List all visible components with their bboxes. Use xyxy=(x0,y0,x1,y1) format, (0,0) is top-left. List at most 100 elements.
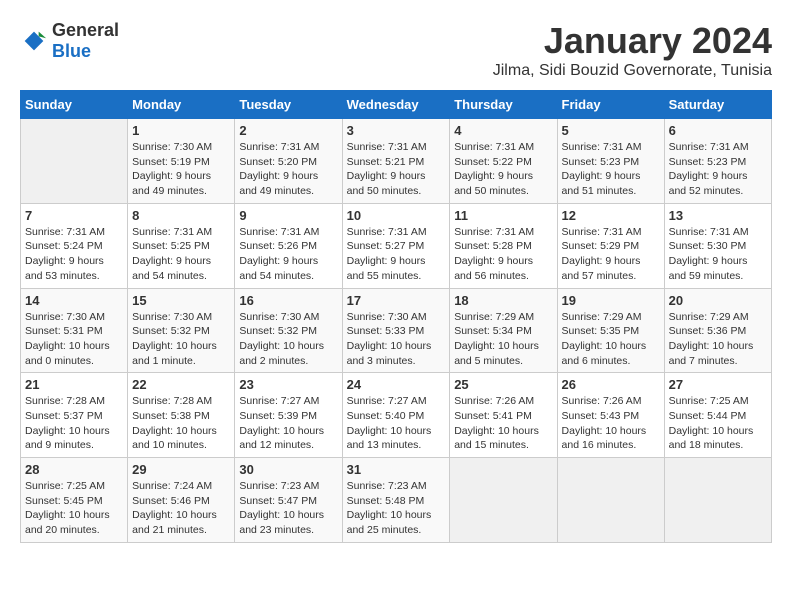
day-number: 16 xyxy=(239,293,337,308)
day-of-week-header: Tuesday xyxy=(235,91,342,119)
calendar-cell xyxy=(557,458,664,543)
calendar-cell: 24Sunrise: 7:27 AMSunset: 5:40 PMDayligh… xyxy=(342,373,450,458)
calendar-cell: 17Sunrise: 7:30 AMSunset: 5:33 PMDayligh… xyxy=(342,288,450,373)
day-number: 26 xyxy=(562,377,660,392)
day-info: Sunrise: 7:24 AMSunset: 5:46 PMDaylight:… xyxy=(132,479,230,538)
day-of-week-header: Monday xyxy=(128,91,235,119)
day-number: 19 xyxy=(562,293,660,308)
day-info: Sunrise: 7:31 AMSunset: 5:28 PMDaylight:… xyxy=(454,225,552,284)
calendar-cell: 16 Sunrise: 7:30 AMSunset: 5:32 PMDayligh… xyxy=(235,288,342,373)
calendar-cell: 28 Sunrise: 7:25 AMSunset: 5:45 PMDayligh… xyxy=(21,458,128,543)
calendar-header-row: SundayMondayTuesdayWednesdayThursdayFrid… xyxy=(21,91,772,119)
day-info: Sunrise: 7:26 AMSunset: 5:41 PMDaylight:… xyxy=(454,394,552,453)
calendar-cell: 15 Sunrise: 7:30 AMSunset: 5:32 PMDayligh… xyxy=(128,288,235,373)
calendar-cell: 19 Sunrise: 7:29 AMSunset: 5:35 PMDayligh… xyxy=(557,288,664,373)
calendar-cell: 3Sunrise: 7:31 AMSunset: 5:21 PMDaylight… xyxy=(342,119,450,204)
day-info: Sunrise: 7:31 AMSunset: 5:22 PMDaylight:… xyxy=(454,140,552,199)
day-of-week-header: Sunday xyxy=(21,91,128,119)
day-info: Sunrise: 7:30 AMSunset: 5:19 PMDaylight:… xyxy=(132,140,230,199)
day-number: 15 xyxy=(132,293,230,308)
calendar-cell xyxy=(664,458,771,543)
calendar-cell: 4 Sunrise: 7:31 AMSunset: 5:22 PMDaylight… xyxy=(450,119,557,204)
day-info: Sunrise: 7:30 AMSunset: 5:32 PMDaylight:… xyxy=(239,310,337,369)
calendar-week-row: 7Sunrise: 7:31 AMSunset: 5:24 PMDaylight… xyxy=(21,203,772,288)
calendar-week-row: 28 Sunrise: 7:25 AMSunset: 5:45 PMDayligh… xyxy=(21,458,772,543)
day-number: 6 xyxy=(669,123,767,138)
day-info: Sunrise: 7:31 AMSunset: 5:27 PMDaylight:… xyxy=(347,225,446,284)
calendar-cell: 18 Sunrise: 7:29 AMSunset: 5:34 PMDayligh… xyxy=(450,288,557,373)
day-number: 13 xyxy=(669,208,767,223)
calendar-week-row: 1 Sunrise: 7:30 AMSunset: 5:19 PMDaylight… xyxy=(21,119,772,204)
day-number: 14 xyxy=(25,293,123,308)
calendar-week-row: 21Sunrise: 7:28 AMSunset: 5:37 PMDayligh… xyxy=(21,373,772,458)
title-block: January 2024 Jilma, Sidi Bouzid Governor… xyxy=(493,20,772,80)
day-info: Sunrise: 7:27 AMSunset: 5:39 PMDaylight:… xyxy=(239,394,337,453)
day-number: 30 xyxy=(239,462,337,477)
calendar-table: SundayMondayTuesdayWednesdayThursdayFrid… xyxy=(20,90,772,543)
day-info: Sunrise: 7:30 AMSunset: 5:32 PMDaylight:… xyxy=(132,310,230,369)
day-number: 4 xyxy=(454,123,552,138)
day-info: Sunrise: 7:31 AMSunset: 5:23 PMDaylight:… xyxy=(669,140,767,199)
calendar-cell xyxy=(21,119,128,204)
day-info: Sunrise: 7:31 AMSunset: 5:24 PMDaylight:… xyxy=(25,225,123,284)
calendar-week-row: 14 Sunrise: 7:30 AMSunset: 5:31 PMDayligh… xyxy=(21,288,772,373)
calendar-cell: 21Sunrise: 7:28 AMSunset: 5:37 PMDayligh… xyxy=(21,373,128,458)
day-info: Sunrise: 7:31 AMSunset: 5:21 PMDaylight:… xyxy=(347,140,446,199)
calendar-cell xyxy=(450,458,557,543)
calendar-cell: 10 Sunrise: 7:31 AMSunset: 5:27 PMDayligh… xyxy=(342,203,450,288)
day-info: Sunrise: 7:28 AMSunset: 5:38 PMDaylight:… xyxy=(132,394,230,453)
calendar-cell: 9 Sunrise: 7:31 AMSunset: 5:26 PMDaylight… xyxy=(235,203,342,288)
calendar-cell: 6 Sunrise: 7:31 AMSunset: 5:23 PMDaylight… xyxy=(664,119,771,204)
day-of-week-header: Wednesday xyxy=(342,91,450,119)
day-number: 28 xyxy=(25,462,123,477)
logo-icon xyxy=(20,27,48,55)
calendar-cell: 20Sunrise: 7:29 AMSunset: 5:36 PMDayligh… xyxy=(664,288,771,373)
calendar-cell: 26 Sunrise: 7:26 AMSunset: 5:43 PMDayligh… xyxy=(557,373,664,458)
day-info: Sunrise: 7:29 AMSunset: 5:34 PMDaylight:… xyxy=(454,310,552,369)
day-number: 21 xyxy=(25,377,123,392)
day-info: Sunrise: 7:29 AMSunset: 5:35 PMDaylight:… xyxy=(562,310,660,369)
calendar-cell: 11 Sunrise: 7:31 AMSunset: 5:28 PMDayligh… xyxy=(450,203,557,288)
day-info: Sunrise: 7:30 AMSunset: 5:33 PMDaylight:… xyxy=(347,310,446,369)
day-number: 11 xyxy=(454,208,552,223)
calendar-cell: 29 Sunrise: 7:24 AMSunset: 5:46 PMDayligh… xyxy=(128,458,235,543)
day-info: Sunrise: 7:31 AMSunset: 5:23 PMDaylight:… xyxy=(562,140,660,199)
calendar-cell: 27 Sunrise: 7:25 AMSunset: 5:44 PMDayligh… xyxy=(664,373,771,458)
day-number: 8 xyxy=(132,208,230,223)
calendar-cell: 23Sunrise: 7:27 AMSunset: 5:39 PMDayligh… xyxy=(235,373,342,458)
day-number: 2 xyxy=(239,123,337,138)
day-info: Sunrise: 7:31 AMSunset: 5:29 PMDaylight:… xyxy=(562,225,660,284)
day-info: Sunrise: 7:23 AMSunset: 5:47 PMDaylight:… xyxy=(239,479,337,538)
day-number: 27 xyxy=(669,377,767,392)
day-info: Sunrise: 7:25 AMSunset: 5:45 PMDaylight:… xyxy=(25,479,123,538)
day-info: Sunrise: 7:31 AMSunset: 5:26 PMDaylight:… xyxy=(239,225,337,284)
day-number: 1 xyxy=(132,123,230,138)
calendar-cell: 7Sunrise: 7:31 AMSunset: 5:24 PMDaylight… xyxy=(21,203,128,288)
calendar-cell: 22 Sunrise: 7:28 AMSunset: 5:38 PMDayligh… xyxy=(128,373,235,458)
calendar-cell: 2 Sunrise: 7:31 AMSunset: 5:20 PMDaylight… xyxy=(235,119,342,204)
calendar-cell: 5Sunrise: 7:31 AMSunset: 5:23 PMDaylight… xyxy=(557,119,664,204)
calendar-subtitle: Jilma, Sidi Bouzid Governorate, Tunisia xyxy=(493,62,772,80)
day-info: Sunrise: 7:25 AMSunset: 5:44 PMDaylight:… xyxy=(669,394,767,453)
day-number: 9 xyxy=(239,208,337,223)
calendar-cell: 12 Sunrise: 7:31 AMSunset: 5:29 PMDayligh… xyxy=(557,203,664,288)
day-info: Sunrise: 7:31 AMSunset: 5:25 PMDaylight:… xyxy=(132,225,230,284)
day-info: Sunrise: 7:30 AMSunset: 5:31 PMDaylight:… xyxy=(25,310,123,369)
calendar-cell: 14 Sunrise: 7:30 AMSunset: 5:31 PMDayligh… xyxy=(21,288,128,373)
day-number: 10 xyxy=(347,208,446,223)
day-number: 12 xyxy=(562,208,660,223)
calendar-cell: 25Sunrise: 7:26 AMSunset: 5:41 PMDayligh… xyxy=(450,373,557,458)
logo-general: General xyxy=(52,20,119,40)
calendar-cell: 13 Sunrise: 7:31 AMSunset: 5:30 PMDayligh… xyxy=(664,203,771,288)
calendar-title: January 2024 xyxy=(493,20,772,62)
day-number: 29 xyxy=(132,462,230,477)
day-number: 20 xyxy=(669,293,767,308)
day-info: Sunrise: 7:31 AMSunset: 5:20 PMDaylight:… xyxy=(239,140,337,199)
logo-blue: Blue xyxy=(52,41,91,61)
day-info: Sunrise: 7:26 AMSunset: 5:43 PMDaylight:… xyxy=(562,394,660,453)
page-header: General Blue January 2024 Jilma, Sidi Bo… xyxy=(20,20,772,80)
day-number: 18 xyxy=(454,293,552,308)
day-number: 22 xyxy=(132,377,230,392)
day-info: Sunrise: 7:31 AMSunset: 5:30 PMDaylight:… xyxy=(669,225,767,284)
day-of-week-header: Saturday xyxy=(664,91,771,119)
